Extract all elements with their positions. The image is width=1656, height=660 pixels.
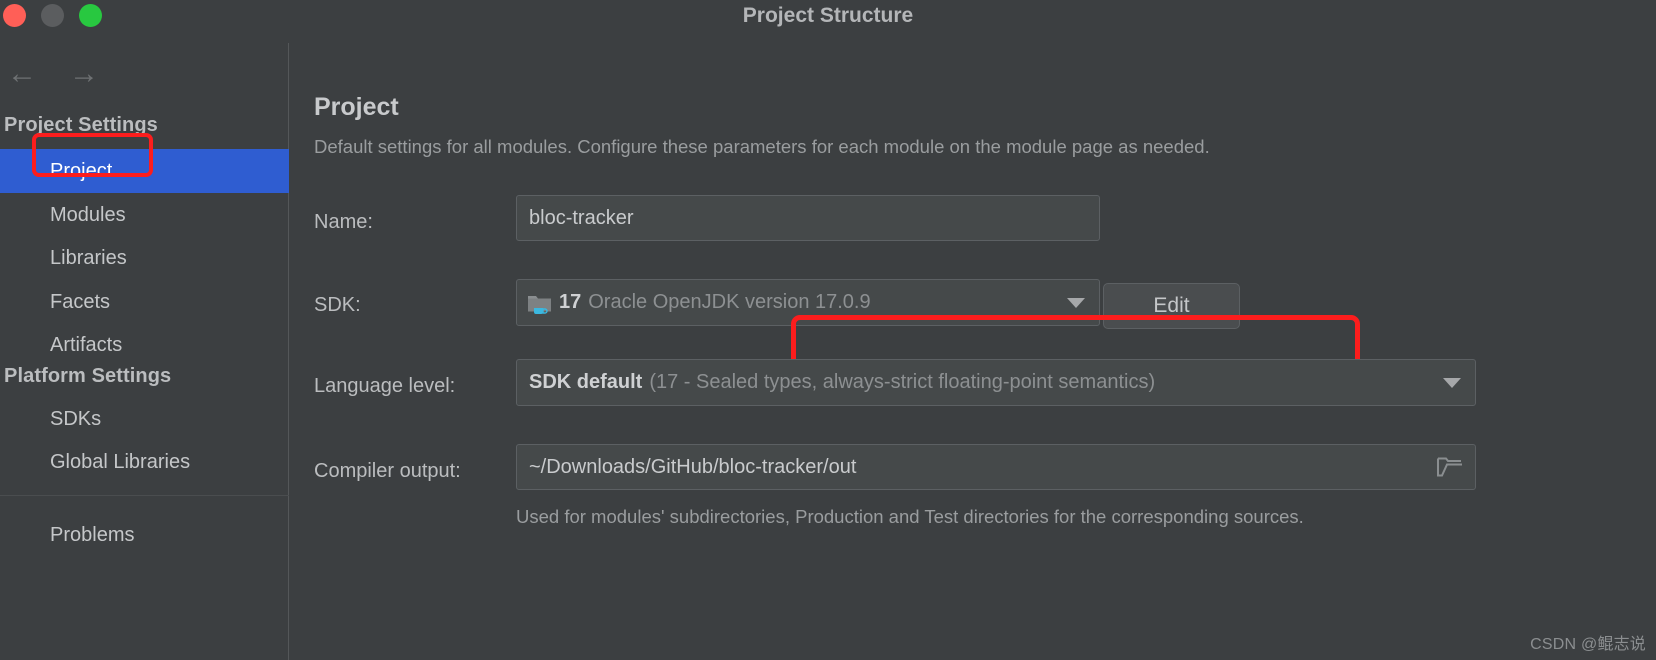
- sidebar-item-label: Problems: [50, 523, 135, 546]
- sidebar-item-label: Artifacts: [50, 333, 123, 356]
- chevron-down-icon[interactable]: [1443, 377, 1461, 388]
- watermark: CSDN @鲲志说: [1530, 636, 1646, 653]
- edit-button-label: Edit: [1153, 294, 1190, 317]
- title-bar: Project Structure: [0, 0, 1656, 43]
- sdk-label: SDK:: [314, 294, 361, 316]
- page-description: Default settings for all modules. Config…: [314, 136, 1210, 157]
- project-name-value: bloc-tracker: [529, 206, 634, 229]
- section-heading-platform-settings: Platform Settings: [4, 365, 172, 387]
- sidebar-item-label: Global Libraries: [50, 450, 191, 473]
- sidebar-item-project[interactable]: Project: [0, 149, 289, 193]
- sidebar-item-facets[interactable]: Facets: [0, 280, 289, 324]
- name-label: Name:: [314, 211, 373, 233]
- sidebar-item-label: Modules: [50, 203, 126, 226]
- edit-sdk-button[interactable]: Edit: [1103, 283, 1240, 329]
- language-level-label: Language level:: [314, 375, 456, 397]
- compiler-output-label: Compiler output:: [314, 460, 461, 482]
- sidebar-item-label: Libraries: [50, 246, 127, 269]
- sidebar-item-label: Project: [50, 159, 113, 182]
- project-settings-panel: Project Default settings for all modules…: [290, 43, 1656, 660]
- sidebar-item-modules[interactable]: Modules: [0, 193, 289, 237]
- folder-open-icon[interactable]: [1437, 457, 1463, 478]
- sidebar-item-problems[interactable]: Problems: [0, 513, 289, 557]
- compiler-output-value: ~/Downloads/GitHub/bloc-tracker/out: [529, 455, 857, 478]
- compiler-output-help: Used for modules' subdirectories, Produc…: [516, 506, 1304, 527]
- sidebar-divider: [0, 495, 289, 496]
- sidebar-item-libraries[interactable]: Libraries: [0, 236, 289, 280]
- sdk-version: 17: [559, 291, 582, 313]
- jdk-folder-icon: [528, 295, 551, 314]
- chevron-down-icon[interactable]: [1067, 297, 1085, 308]
- project-name-input[interactable]: bloc-tracker: [516, 195, 1100, 241]
- language-level-combobox[interactable]: SDK default (17 - Sealed types, always-s…: [516, 359, 1476, 406]
- window-title: Project Structure: [742, 4, 914, 27]
- project-structure-window: Project Structure ← → Project Settings P…: [0, 0, 1656, 660]
- language-level-value: SDK default: [529, 371, 643, 393]
- section-heading-project-settings: Project Settings: [4, 114, 158, 136]
- sidebar-item-label: SDKs: [50, 407, 102, 430]
- sdk-vendor: Oracle OpenJDK version 17.0.9: [588, 291, 871, 313]
- sidebar-navigation: ← →: [0, 51, 289, 97]
- sidebar-item-label: Facets: [50, 290, 111, 313]
- back-arrow-icon[interactable]: ←: [2, 57, 42, 91]
- language-level-detail: (17 - Sealed types, always-strict floati…: [649, 371, 1156, 393]
- sidebar-item-artifacts[interactable]: Artifacts: [0, 323, 289, 367]
- compiler-output-input[interactable]: ~/Downloads/GitHub/bloc-tracker/out: [516, 444, 1476, 490]
- page-title: Project: [314, 93, 399, 121]
- settings-sidebar: ← → Project Settings Project Modules Lib…: [0, 43, 289, 660]
- sdk-combobox[interactable]: 17 Oracle OpenJDK version 17.0.9: [516, 279, 1100, 326]
- sidebar-item-sdks[interactable]: SDKs: [0, 397, 289, 441]
- sidebar-item-global-libraries[interactable]: Global Libraries: [0, 440, 289, 484]
- forward-arrow-icon[interactable]: →: [64, 57, 104, 91]
